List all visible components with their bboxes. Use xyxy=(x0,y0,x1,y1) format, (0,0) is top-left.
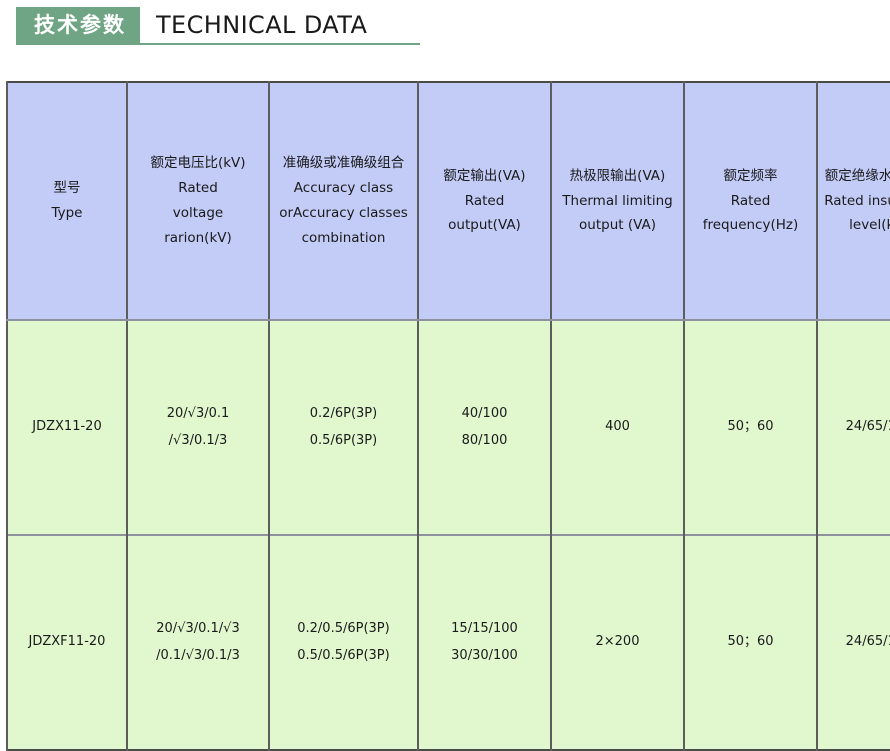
cell-rated-insulation-level-line-0: 24/65/125 xyxy=(845,634,890,650)
cell-type-lines: JDZX11-20 xyxy=(11,414,123,441)
cell-accuracy-class-line-0: 0.2/6P(3P) xyxy=(309,405,378,421)
cell-rated-voltage-lines: 20/√3/0.1/√3 /0.1/√3/0.1/3 xyxy=(131,616,265,669)
column-header-thermal-limiting-output: 热极限输出(VA) Thermal limiting output (VA) xyxy=(550,82,685,321)
section-title-english: TECHNICAL DATA xyxy=(156,11,368,39)
table-row: JDZXF11-20 20/√3/0.1/√3 /0.1/√3/0.1/3 0.… xyxy=(6,534,890,750)
column-header-rated-output-lines: 额定输出(VA) Rated output(VA) xyxy=(422,164,547,239)
column-header-rated-insulation-level-en-0: Rated insulation xyxy=(824,192,890,209)
column-header-rated-voltage-en-2: rarion(kV) xyxy=(164,229,232,246)
cell-rated-output-line-1: 30/30/100 xyxy=(451,647,518,663)
cell-rated-output-line-1: 80/100 xyxy=(461,432,508,448)
cell-accuracy-class-lines: 0.2/6P(3P) 0.5/6P(3P) xyxy=(273,401,414,454)
cell-rated-insulation-level: 24/65/125 xyxy=(816,534,890,750)
column-header-accuracy-class-en-1: orAccuracy classes xyxy=(279,205,408,221)
cell-accuracy-class: 0.2/0.5/6P(3P) 0.5/0.5/6P(3P) xyxy=(268,534,419,750)
column-header-accuracy-class-cn: 准确级或准确级组合 xyxy=(282,155,405,172)
column-header-rated-voltage: 额定电压比(kV) Rated voltage rarion(kV) xyxy=(126,82,270,321)
cell-accuracy-class-line-1: 0.5/0.5/6P(3P) xyxy=(297,647,390,663)
cell-rated-voltage-lines: 20/√3/0.1 /√3/0.1/3 xyxy=(131,401,265,454)
column-header-rated-frequency-en-1: frequency(Hz) xyxy=(702,217,799,234)
cell-accuracy-class: 0.2/6P(3P) 0.5/6P(3P) xyxy=(268,320,419,535)
cell-rated-frequency: 50；60 xyxy=(683,320,818,535)
cell-type-lines: JDZXF11-20 xyxy=(11,629,123,656)
cell-rated-frequency: 50；60 xyxy=(683,534,818,750)
column-header-rated-voltage-en-1: voltage xyxy=(172,205,224,221)
table-header: 型号 Type 额定电压比(kV) Rated voltage rarion(k… xyxy=(6,82,890,321)
column-header-rated-output-cn: 额定输出(VA) xyxy=(443,167,526,184)
cell-rated-output-line-0: 15/15/100 xyxy=(451,620,518,636)
column-header-rated-frequency: 额定频率 Rated frequency(Hz) xyxy=(683,82,818,321)
column-header-accuracy-class-lines: 准确级或准确级组合 Accuracy class orAccuracy clas… xyxy=(273,151,414,251)
cell-thermal-limiting-output: 2×200 xyxy=(550,534,685,750)
cell-accuracy-class-lines: 0.2/0.5/6P(3P) 0.5/0.5/6P(3P) xyxy=(273,616,414,669)
cell-rated-output-line-0: 40/100 xyxy=(461,405,508,421)
column-header-rated-output: 额定输出(VA) Rated output(VA) xyxy=(417,82,552,321)
cell-rated-voltage: 20/√3/0.1 /√3/0.1/3 xyxy=(126,320,270,535)
cell-rated-insulation-level-line-0: 24/65/125 xyxy=(845,419,890,435)
cell-rated-output-lines: 15/15/100 30/30/100 xyxy=(422,616,547,669)
cell-accuracy-class-line-1: 0.5/6P(3P) xyxy=(309,432,378,448)
column-header-rated-frequency-cn: 额定频率 xyxy=(723,167,778,184)
column-header-rated-frequency-lines: 额定频率 Rated frequency(Hz) xyxy=(688,164,813,239)
section-header-bar: 技术参数 TECHNICAL DATA xyxy=(16,7,420,45)
column-header-rated-output-en-0: Rated xyxy=(464,192,505,209)
cell-rated-voltage-line-1: /√3/0.1/3 xyxy=(168,432,228,448)
column-header-rated-insulation-level-en-1: level(kV) xyxy=(849,217,890,234)
column-header-rated-frequency-en-0: Rated xyxy=(730,192,771,209)
cell-rated-voltage: 20/√3/0.1/√3 /0.1/√3/0.1/3 xyxy=(126,534,270,750)
column-header-rated-voltage-en-0: Rated xyxy=(178,180,218,197)
technical-data-table: 型号 Type 额定电压比(kV) Rated voltage rarion(k… xyxy=(6,81,890,751)
cell-thermal-limiting-output-line-0: 2×200 xyxy=(595,634,640,650)
column-header-rated-insulation-level: 额定绝缘水平(kV) Rated insulation level(kV) xyxy=(816,82,890,321)
column-header-type-cn: 型号 xyxy=(53,180,81,197)
cell-type-line-0: JDZXF11-20 xyxy=(28,634,106,650)
cell-rated-frequency-line-0: 50；60 xyxy=(727,419,774,435)
cell-type: JDZX11-20 xyxy=(6,320,128,535)
column-header-accuracy-class-en-0: Accuracy class xyxy=(293,180,394,197)
column-header-rated-output-en-1: output(VA) xyxy=(448,217,521,234)
column-header-thermal-limiting-output-en-0: Thermal limiting xyxy=(562,192,673,209)
column-header-type: 型号 Type xyxy=(6,82,128,321)
table-row: JDZX11-20 20/√3/0.1 /√3/0.1/3 0.2/6P(3P)… xyxy=(6,320,890,535)
column-header-accuracy-class-en-2: combination xyxy=(301,229,386,246)
cell-rated-output: 15/15/100 30/30/100 xyxy=(417,534,552,750)
cell-rated-insulation-level-lines: 24/65/125 xyxy=(821,629,890,656)
cell-rated-frequency-line-0: 50；60 xyxy=(727,634,774,650)
cell-rated-output: 40/100 80/100 xyxy=(417,320,552,535)
cell-rated-insulation-level-lines: 24/65/125 xyxy=(821,414,890,441)
cell-accuracy-class-line-0: 0.2/0.5/6P(3P) xyxy=(297,620,390,636)
column-header-thermal-limiting-output-lines: 热极限输出(VA) Thermal limiting output (VA) xyxy=(555,164,680,239)
cell-rated-voltage-line-0: 20/√3/0.1/√3 xyxy=(156,620,240,636)
technical-data-table-wrapper: 型号 Type 额定电压比(kV) Rated voltage rarion(k… xyxy=(6,81,890,751)
cell-rated-insulation-level: 24/65/125 xyxy=(816,320,890,535)
cell-thermal-limiting-output-lines: 400 xyxy=(555,414,680,441)
column-header-type-lines: 型号 Type xyxy=(11,176,123,226)
cell-rated-voltage-line-1: /0.1/√3/0.1/3 xyxy=(156,647,240,663)
column-header-thermal-limiting-output-cn: 热极限输出(VA) xyxy=(569,167,666,184)
column-header-type-en-0: Type xyxy=(51,205,83,221)
cell-rated-voltage-line-0: 20/√3/0.1 xyxy=(166,405,230,421)
cell-type: JDZXF11-20 xyxy=(6,534,128,750)
cell-rated-frequency-lines: 50；60 xyxy=(688,629,813,656)
cell-rated-output-lines: 40/100 80/100 xyxy=(422,401,547,454)
section-badge-chinese: 技术参数 xyxy=(16,7,140,43)
cell-type-line-0: JDZX11-20 xyxy=(32,419,102,435)
column-header-rated-voltage-lines: 额定电压比(kV) Rated voltage rarion(kV) xyxy=(131,151,265,251)
column-header-accuracy-class: 准确级或准确级组合 Accuracy class orAccuracy clas… xyxy=(268,82,419,321)
column-header-rated-insulation-level-cn: 额定绝缘水平(kV) xyxy=(824,167,890,184)
cell-thermal-limiting-output-line-0: 400 xyxy=(605,419,630,435)
column-header-thermal-limiting-output-en-1: output (VA) xyxy=(579,217,656,234)
table-header-row: 型号 Type 额定电压比(kV) Rated voltage rarion(k… xyxy=(6,82,890,321)
column-header-rated-voltage-cn: 额定电压比(kV) xyxy=(150,155,246,172)
section-header: 技术参数 TECHNICAL DATA xyxy=(0,7,890,57)
cell-thermal-limiting-output-lines: 2×200 xyxy=(555,629,680,656)
table-body: JDZX11-20 20/√3/0.1 /√3/0.1/3 0.2/6P(3P)… xyxy=(6,320,890,750)
column-header-rated-insulation-level-lines: 额定绝缘水平(kV) Rated insulation level(kV) xyxy=(821,164,890,239)
cell-rated-frequency-lines: 50；60 xyxy=(688,414,813,441)
cell-thermal-limiting-output: 400 xyxy=(550,320,685,535)
